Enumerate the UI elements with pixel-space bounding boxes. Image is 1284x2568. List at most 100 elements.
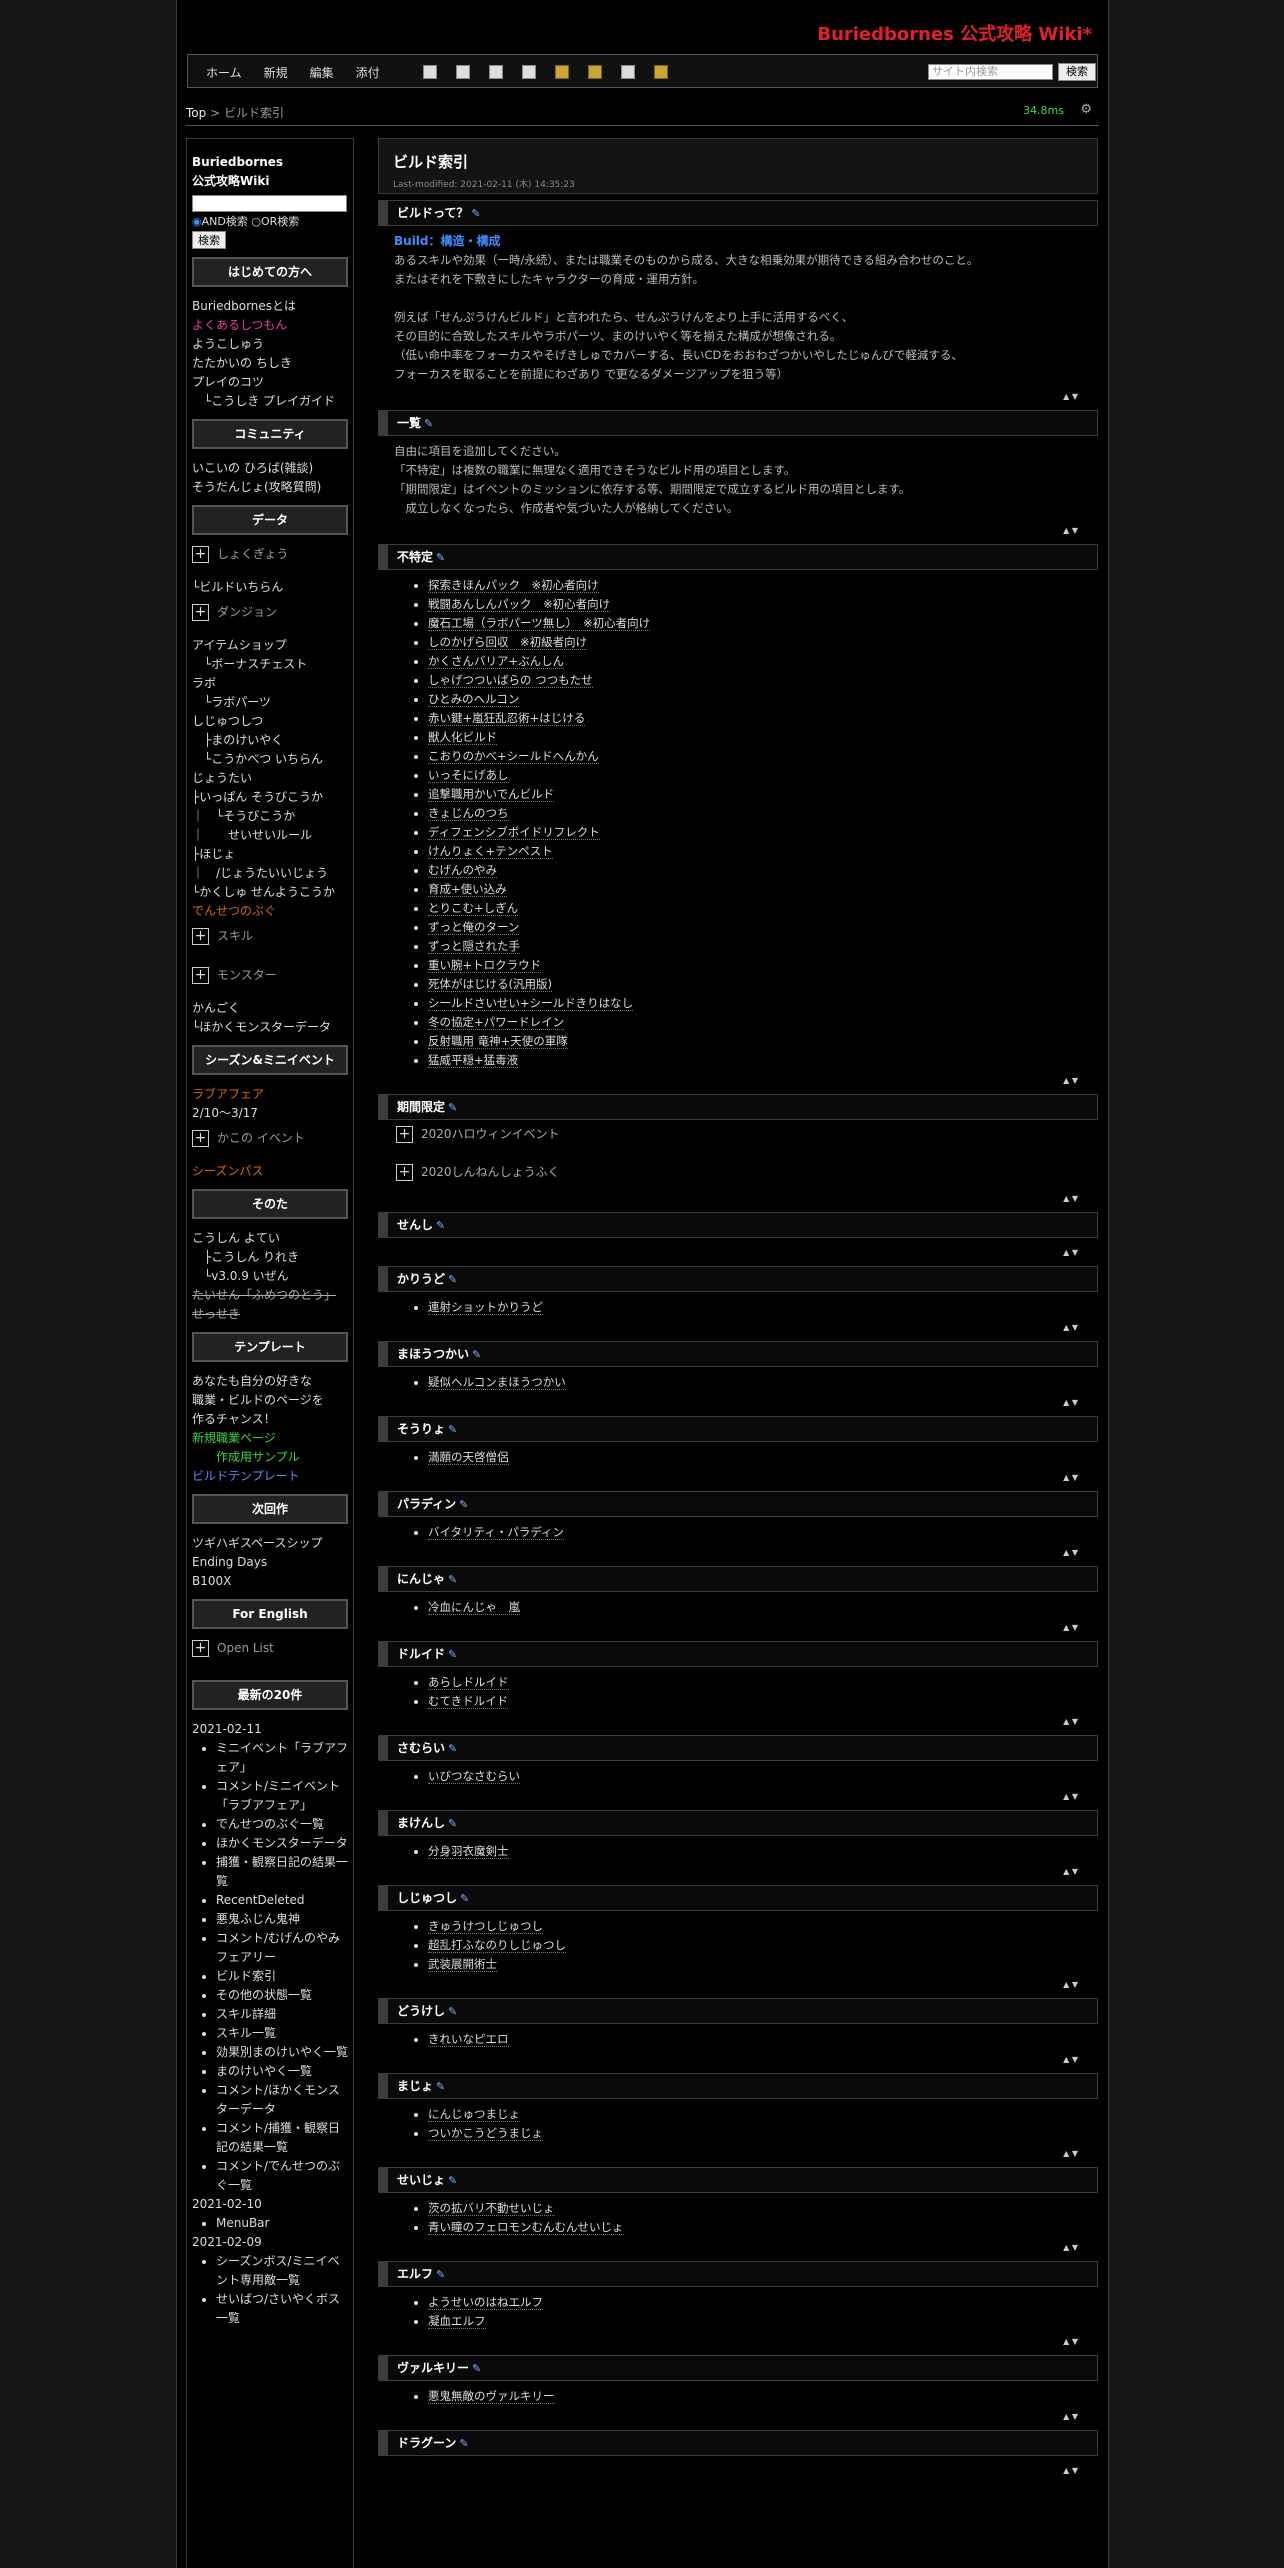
nav-arrows[interactable]: ▲ ▼ [378,524,1098,538]
list-item[interactable]: 悪鬼無敵のヴァルキリー [428,2387,1098,2406]
build-link[interactable]: こおりのかべ+シールドへんかん [428,749,599,764]
sidebar-item[interactable]: かんごく [192,999,348,1018]
sidebar-item[interactable]: └v3.0.9 いぜん [192,1267,348,1286]
sidebar-search-input[interactable] [192,195,347,212]
recent-item[interactable]: 効果別まのけいやく一覧 [216,2043,348,2062]
build-link[interactable]: ついかこうどうまじょ [428,2126,543,2141]
list-item[interactable]: ディフェンシブボイドリフレクト [428,823,1098,842]
list-item[interactable]: 超乱打ふなのりしじゅつし [428,1936,1098,1955]
build-link[interactable]: ひとみのヘルコン [428,692,520,707]
sidebar-fold[interactable]: + ダンジョン [192,603,348,622]
recent-item[interactable]: RecentDeleted [216,1891,348,1910]
build-link[interactable]: きゅうけつしじゅつし [428,1919,543,1934]
build-link[interactable]: しのかげら回収 ※初級者向け [428,635,588,650]
sidebar-item[interactable]: └こうかべつ いちらん [192,750,348,769]
nav-arrows[interactable]: ▲ ▼ [378,2464,1098,2478]
sidebar-item[interactable]: たたかいの ちしき [192,354,348,373]
nav-arrows[interactable]: ▲ ▼ [378,1978,1098,1992]
build-link[interactable]: 満願の天啓僧侶 [428,1450,509,1465]
sidebar-item[interactable]: せっせき [192,1305,348,1324]
build-link[interactable]: 超乱打ふなのりしじゅつし [428,1938,566,1953]
recent-icon[interactable] [621,64,635,79]
recent-item[interactable]: コメント/ミニイベント「ラブアフェア」 [216,1777,348,1815]
build-link[interactable]: 分身羽衣魔剣士 [428,1844,509,1859]
nav-arrows[interactable]: ▲ ▼ [378,1546,1098,1560]
sidebar-item[interactable]: いこいの ひろば(雑談) [192,459,348,478]
diff-icon[interactable] [489,64,503,79]
nav-arrows[interactable]: ▲ ▼ [378,2053,1098,2067]
recent-item[interactable]: ミニイベント「ラブアフェア」 [216,1739,348,1777]
edit-icon[interactable]: ✎ [448,1817,457,1830]
list-item[interactable]: かくさんバリア+ぶんしん [428,652,1098,671]
edit-icon[interactable]: ✎ [424,417,433,430]
build-link[interactable]: むてきドルイド [428,1694,509,1709]
sidebar-item[interactable]: 新規職業ページ [192,1429,348,1448]
build-link[interactable]: しゃげつついばらの つつもたせ [428,673,593,688]
list-item[interactable]: ずっと隠された手 [428,937,1098,956]
nav-edit-link[interactable]: 編集 [310,66,334,80]
build-link[interactable]: いびつなさむらい [428,1769,520,1784]
nav-attach-link[interactable]: 添付 [356,66,380,80]
recent-item[interactable]: その他の状態一覧 [216,1986,348,2005]
expand-icon[interactable]: + [396,1164,413,1181]
list-item[interactable]: 分身羽衣魔剣士 [428,1842,1098,1861]
list-item[interactable]: 赤い鍵+嵐狂乱忍術+はじける [428,709,1098,728]
build-link[interactable]: 連射ショットかりうど [428,1300,543,1315]
edit-icon[interactable]: ✎ [448,1423,457,1436]
nav-arrows[interactable]: ▲ ▼ [378,2335,1098,2349]
expand-icon[interactable]: + [192,1640,209,1657]
expand-icon[interactable]: + [192,604,209,621]
list-item[interactable]: きゅうけつしじゅつし [428,1917,1098,1936]
recent-item[interactable]: 悪鬼ふじん鬼神 [216,1910,348,1929]
recent-item[interactable]: 捕獲・観察日記の結果一覧 [216,1853,348,1891]
edit-icon[interactable]: ✎ [460,1892,469,1905]
list-item[interactable]: ついかこうどうまじょ [428,2124,1098,2143]
build-link[interactable]: いっそにげあし [428,768,509,783]
expand-icon[interactable]: + [192,928,209,945]
list-item[interactable]: 追撃職用かいでんビルド [428,785,1098,804]
sidebar-item[interactable]: シーズンパス [192,1162,348,1181]
expand-icon[interactable]: + [396,1126,413,1143]
recent-item[interactable]: コメント/ほかくモンスターデータ [216,2081,348,2119]
sidebar-item[interactable]: Ending Days [192,1553,348,1572]
edit-icon[interactable]: ✎ [448,2005,457,2018]
build-link[interactable]: きれいなピエロ [428,2032,509,2047]
sidebar-item[interactable]: └こうしき プレイガイド [192,392,348,411]
list-item[interactable]: 凝血エルフ [428,2312,1098,2331]
list-item[interactable]: あらしドルイド [428,1673,1098,1692]
list-item[interactable]: 死体がはじける(汎用版) [428,975,1098,994]
build-link[interactable]: 重い腕+トロクラウド [428,958,542,973]
list-item[interactable]: シールドさいせい+シールドきりはなし [428,994,1098,1013]
list-item[interactable]: しのかげら回収 ※初級者向け [428,633,1098,652]
recent-item[interactable]: スキル一覧 [216,2024,348,2043]
sidebar-fold[interactable]: + Open List [192,1639,348,1658]
expand-icon[interactable]: + [192,546,209,563]
list-item[interactable]: 冷血にんじゃ 嵐 [428,1598,1098,1617]
build-link[interactable]: 冬の協定+パワードレイン [428,1015,565,1030]
recent-item[interactable]: シーズンボス/ミニイベント専用敵一覧 [216,2252,348,2290]
list-item[interactable]: きれいなピエロ [428,2030,1098,2049]
sidebar-fold[interactable]: + モンスター [192,966,348,985]
nav-home-link[interactable]: ホーム [206,66,242,80]
recent-item[interactable]: でんせつのぶぐ一覧 [216,1815,348,1834]
list-item[interactable]: きょじんのつち [428,804,1098,823]
edit-icon[interactable]: ✎ [436,551,445,564]
breadcrumb-top-link[interactable]: Top [186,106,206,120]
edit-icon[interactable]: ✎ [436,2268,445,2281]
recent-item[interactable]: コメント/でんせつのぶぐ一覧 [216,2157,348,2195]
page-icon[interactable] [423,64,437,79]
build-link[interactable]: 戦闘あんしんパック ※初心者向け [428,597,611,612]
edit-icon[interactable]: ✎ [459,1498,468,1511]
sidebar-item[interactable]: └ほかくモンスターデータ [192,1018,348,1037]
list-item[interactable]: むてきドルイド [428,1692,1098,1711]
recent-item[interactable]: ビルド索引 [216,1967,348,1986]
expand-icon[interactable]: + [192,1130,209,1147]
list-item[interactable]: 冬の協定+パワードレイン [428,1013,1098,1032]
list-item[interactable]: にんじゅつまじょ [428,2105,1098,2124]
build-link[interactable]: 死体がはじける(汎用版) [428,977,552,992]
sidebar-item[interactable]: たいせん「ふめつのとう」 [192,1286,348,1305]
nav-arrows[interactable]: ▲ ▼ [378,390,1098,404]
edit-icon[interactable]: ✎ [459,2437,468,2450]
sidebar-item[interactable]: ようこしゅう [192,335,348,354]
list-item[interactable]: 満願の天啓僧侶 [428,1448,1098,1467]
